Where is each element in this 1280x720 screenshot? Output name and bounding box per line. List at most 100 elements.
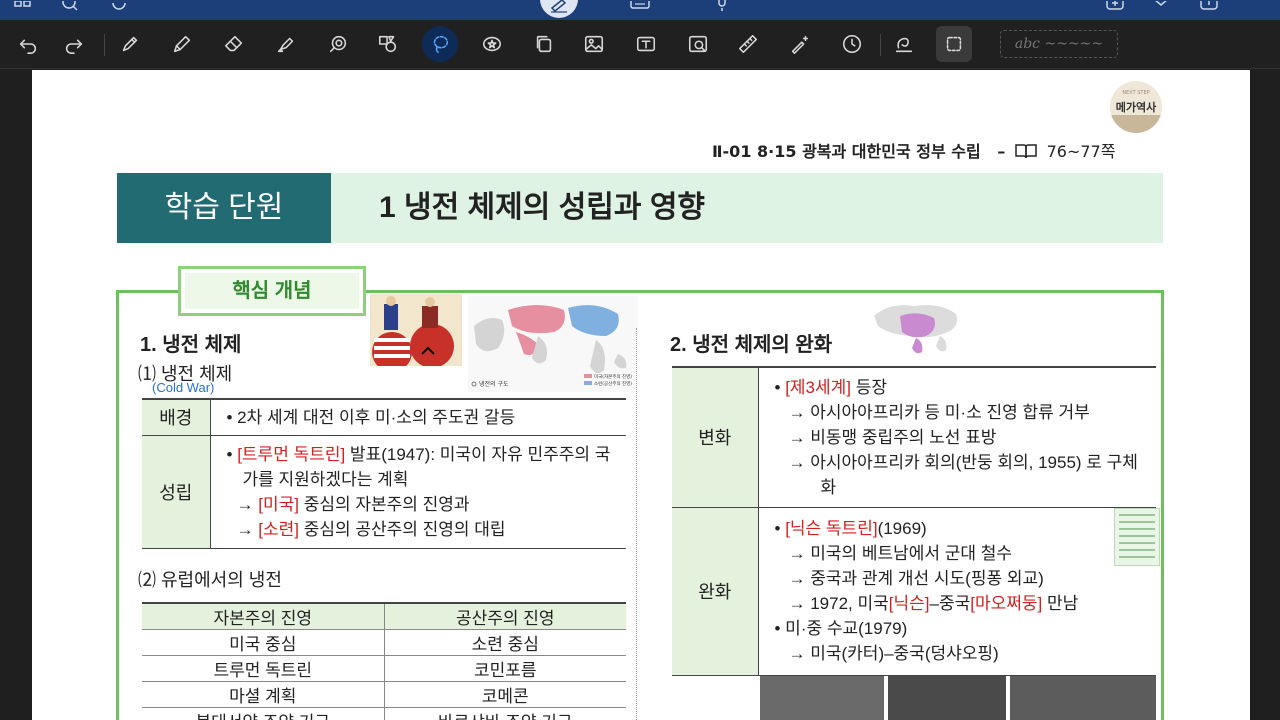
table-row: 북대서양 조약 기구바르샤바 조약 기구 [142,707,626,720]
book-icon [1015,143,1037,163]
historical-photos [760,676,1156,720]
rotate-icon[interactable] [110,0,128,14]
learning-unit-bar: 학습 단원 1 냉전 체제의 성립과 영향 [117,173,1163,243]
easing-line-1: • [닉슨 독트린](1969) [774,519,927,538]
row-value-formation: • [트루먼 독트린] 발표(1947): 미국이 자유 민주주의 국가를 지원… [210,435,626,549]
reference-dash: – [997,142,1006,161]
shape-icon[interactable] [320,26,356,62]
core-concept-label: 핵심 개념 [185,273,359,309]
learning-unit-label: 학습 단원 [117,173,331,243]
handwriting-icon[interactable] [886,26,922,62]
answer-usa[interactable]: [미국] [258,495,299,514]
section-heading-detente: 2. 냉전 체제의 완화 [670,334,833,356]
table-row: 마셜 계획 코메콘 [142,681,626,708]
table-cell: 미국 중심 [142,629,385,656]
logo-text: 메가역사 [1115,102,1157,114]
search-icon[interactable] [62,0,80,14]
answer-mao[interactable]: [마오쩌둥] [970,594,1042,613]
camera-image-icon[interactable] [680,26,716,62]
row-value-change: • [제3세계] 등장 → 아시아아프리카 등 미·소 진영 합류 거부 → 비… [758,367,1156,508]
note-thumbnail[interactable] [1114,507,1160,566]
core-concept-tab: 핵심 개념 [178,266,366,316]
copy-icon[interactable] [526,26,562,62]
laser-icon[interactable] [782,26,818,62]
bookmark-icon[interactable] [1152,0,1170,14]
table-cell: 코민포름 [384,655,626,682]
highlighter-icon[interactable] [268,26,304,62]
undo-icon[interactable] [10,26,46,62]
section-heading-cold-war: 1. 냉전 체제 [140,334,242,356]
formation-line-1: • [트루먼 독트린] 발표(1947): 미국이 자유 민주주의 국가를 지원… [226,444,611,489]
top-bar [0,0,1280,20]
header-communist: 공산주의 진영 [384,603,626,630]
reference-code: Ⅱ-01 8·15 광복과 대한민국 정부 수립 [712,142,981,161]
mic-icon[interactable] [714,0,730,15]
map-legend-capitalist: 미국(자본주의 진영) [594,373,632,380]
logo-band [1110,115,1162,133]
grid-icon[interactable] [14,0,32,14]
asia-map-image [870,296,964,360]
table-header-row: 자본주의 진영 공산주의 진영 [142,603,626,630]
easing-line-4: → 1972, 미국[닉슨]–중국[마오쩌둥] 만남 [788,594,1079,613]
europe-cold-war-table: 자본주의 진영 공산주의 진영 미국 중심 소련 중심 트루먼 독트린 코민포름 마… [142,602,626,720]
cold-war-english-note: (Cold War) [152,380,215,395]
toolbar-divider [880,34,881,56]
row-value-easing: • [닉슨 독트린](1969) → 미국의 베트남에서 군대 철수 → 중국과… [758,507,1160,676]
detente-table: 변화 • [제3세계] 등장 → 아시아아프리카 등 미·소 진영 합류 거부 … [672,366,1160,676]
textbox-icon[interactable] [628,26,664,62]
eraser-icon[interactable] [216,26,252,62]
photo-ping-pong [760,676,884,720]
pencil-icon[interactable] [164,26,200,62]
row-value-background: • 2차 세계 대전 이후 미·소의 주도권 갈등 [210,399,626,436]
document-page: NEXT STEP 메가역사 Ⅱ-01 8·15 광복과 대한민국 정부 수립 … [32,70,1250,720]
shape-tools-icon[interactable] [370,26,406,62]
change-line-1: • [제3세계] 등장 [774,377,888,397]
answer-ussr[interactable]: [소련] [258,520,299,539]
easing-line-5: • 미·중 수교(1979) [774,619,908,638]
answer-nixon-doctrine[interactable]: [닉슨 독트린] [785,519,877,538]
table-row: 배경 • 2차 세계 대전 이후 미·소의 주도권 갈등 [142,399,626,436]
answer-third-world[interactable]: [제3세계] [785,378,851,397]
toolbar-divider [104,34,105,56]
share-icon[interactable] [1200,0,1218,14]
easing-line-2: → 미국의 베트남에서 군대 철수 [788,544,1013,563]
timer-icon[interactable] [834,26,870,62]
formation-line-2: → [미국] 중심의 자본주의 진영과 [236,494,470,514]
ruler-icon[interactable] [730,26,766,62]
photo-carter-deng [1010,676,1156,720]
change-line-4: → 아시아아프리카 회의(반둥 회의, 1955) 로 구체화 [788,452,1138,497]
redo-icon[interactable] [56,26,92,62]
image-icon[interactable] [576,26,612,62]
table-row: 트루먼 독트린 코민포름 [142,655,626,682]
answer-nixon[interactable]: [닉슨] [889,594,930,613]
cold-war-cartoon-image [370,294,462,366]
add-page-icon[interactable] [1106,0,1124,14]
sticker-icon[interactable] [474,26,510,62]
selection-icon[interactable] [936,26,972,62]
pen-edit-icon[interactable] [540,0,578,18]
map-legend-communist: 소련(공산주의 진영) [594,380,632,387]
chapter-reference: Ⅱ-01 8·15 광복과 대한민국 정부 수립 – 76~77쪽 [712,138,1115,163]
row-key-easing: 완화 [672,507,759,676]
table-row: 미국 중심 소련 중심 [142,629,626,656]
header-capitalist: 자본주의 진영 [142,603,385,630]
easing-line-3: → 중국과 관계 개선 시도(핑퐁 외교) [788,569,1044,588]
table-cell: 코메콘 [384,681,626,708]
table-row: 완화 • [닉슨 독트린](1969) → 미국의 베트남에서 군대 철수 → … [672,507,1160,676]
pen-icon[interactable] [112,26,148,62]
lasso-icon[interactable] [422,26,458,62]
change-line-2: → 아시아아프리카 등 미·소 진영 합류 거부 [788,402,1090,422]
handwriting-input-box[interactable]: abc ~~~~~ [1000,30,1118,58]
cold-war-world-map: 냉전의 구도 미국(자본주의 진영) 소련(공산주의 진영) [468,296,638,392]
table-row: 성립 • [트루먼 독트린] 발표(1947): 미국이 자유 민주주의 국가를… [142,435,626,549]
column-divider [636,328,637,720]
brand-logo: NEXT STEP 메가역사 [1110,81,1162,133]
formation-line-3: → [소련] 중심의 공산주의 진영의 대립 [236,519,506,539]
answer-truman-doctrine[interactable]: [트루먼 독트린] [237,445,345,464]
row-key-background: 배경 [142,399,211,436]
change-line-3: → 비동맹 중립주의 노선 표방 [788,427,997,447]
photo-nixon-mao [888,676,1006,720]
cold-war-table: 배경 • 2차 세계 대전 이후 미·소의 주도권 갈등 성립 • [트루먼 독… [142,398,626,549]
table-row: 변화 • [제3세계] 등장 → 아시아아프리카 등 미·소 진영 합류 거부 … [672,367,1156,508]
doc-icon[interactable] [630,0,650,14]
